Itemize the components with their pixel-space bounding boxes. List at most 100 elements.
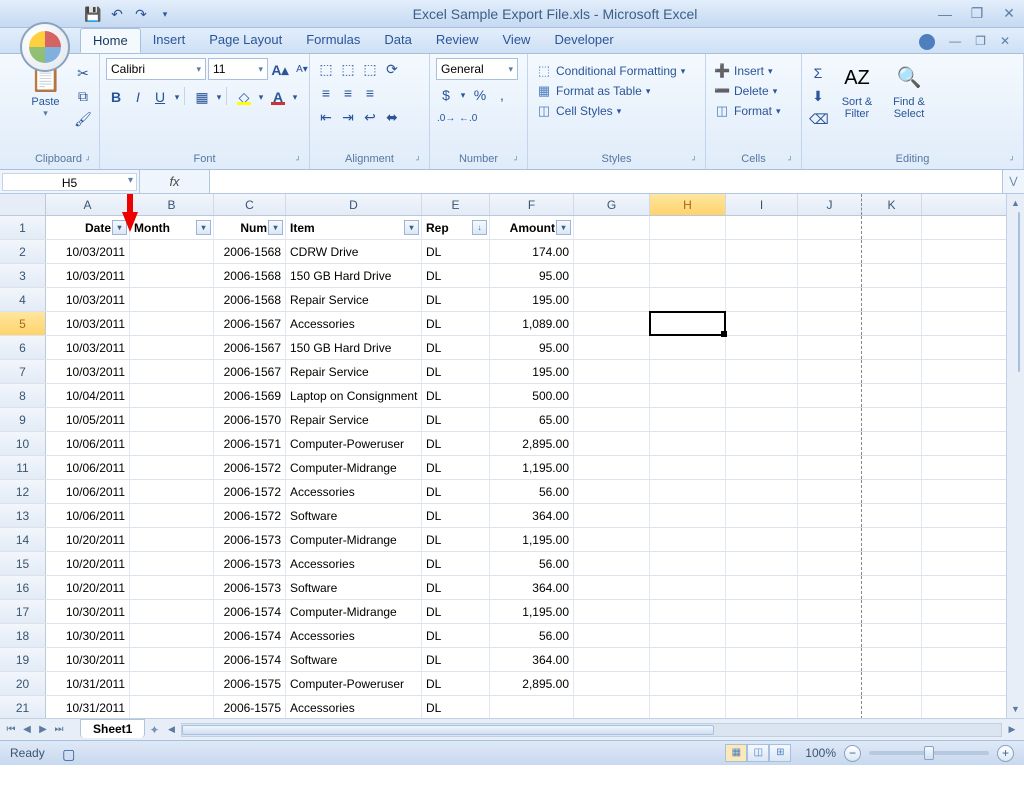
filter-button-C[interactable]: ▾: [268, 220, 283, 235]
cell[interactable]: [726, 504, 798, 527]
cell[interactable]: DL: [422, 552, 490, 575]
row-header[interactable]: 2: [0, 240, 46, 263]
cell[interactable]: [490, 696, 574, 718]
column-header-F[interactable]: F: [490, 194, 574, 215]
cell[interactable]: [726, 672, 798, 695]
cell[interactable]: [862, 696, 922, 718]
workbook-close-icon[interactable]: ✕: [1000, 34, 1010, 50]
cell[interactable]: 2006-1568: [214, 240, 286, 263]
cell[interactable]: Accessories: [286, 624, 422, 647]
row-header[interactable]: 18: [0, 624, 46, 647]
cell[interactable]: [726, 288, 798, 311]
insert-cells-button[interactable]: ➕Insert ▾: [712, 62, 779, 80]
sheet-nav-next-icon[interactable]: ▶: [36, 724, 50, 735]
cell[interactable]: Repair Service: [286, 288, 422, 311]
decrease-indent-icon[interactable]: ⇤: [316, 106, 336, 126]
align-left-icon[interactable]: ≡: [316, 82, 336, 102]
cell[interactable]: [574, 360, 650, 383]
cell[interactable]: 56.00: [490, 480, 574, 503]
cell[interactable]: [650, 528, 726, 551]
cell[interactable]: DL: [422, 600, 490, 623]
cell[interactable]: 2006-1572: [214, 456, 286, 479]
cell[interactable]: [726, 696, 798, 718]
cell[interactable]: [798, 312, 862, 335]
cell[interactable]: [862, 288, 922, 311]
cell[interactable]: DL: [422, 456, 490, 479]
header-cell-I[interactable]: [726, 216, 798, 239]
cell[interactable]: [574, 336, 650, 359]
header-cell-H[interactable]: [650, 216, 726, 239]
clear-icon[interactable]: ⌫: [808, 108, 828, 128]
cell[interactable]: [726, 264, 798, 287]
cell[interactable]: [574, 288, 650, 311]
sheet-tab[interactable]: Sheet1: [80, 719, 145, 738]
cell[interactable]: [726, 240, 798, 263]
cell[interactable]: 10/03/2011: [46, 336, 130, 359]
macro-record-icon[interactable]: ▢: [59, 743, 79, 763]
header-cell-K[interactable]: [862, 216, 922, 239]
qat-customize-icon[interactable]: ▾: [156, 5, 174, 23]
shrink-font-icon[interactable]: A▾: [292, 59, 312, 79]
cell[interactable]: [798, 288, 862, 311]
cell[interactable]: DL: [422, 672, 490, 695]
cell[interactable]: [798, 456, 862, 479]
row-header[interactable]: 4: [0, 288, 46, 311]
row-header[interactable]: 19: [0, 648, 46, 671]
cell[interactable]: [862, 384, 922, 407]
cell[interactable]: Repair Service: [286, 408, 422, 431]
tab-review[interactable]: Review: [424, 28, 491, 53]
cell[interactable]: Software: [286, 576, 422, 599]
cell[interactable]: Accessories: [286, 480, 422, 503]
undo-icon[interactable]: ↶: [108, 5, 126, 23]
cell[interactable]: Computer-Midrange: [286, 600, 422, 623]
cell[interactable]: [574, 264, 650, 287]
cell[interactable]: 150 GB Hard Drive: [286, 264, 422, 287]
cell[interactable]: DL: [422, 312, 490, 335]
orientation-icon[interactable]: ⟳: [382, 58, 402, 78]
cell[interactable]: [862, 528, 922, 551]
cell[interactable]: 95.00: [490, 264, 574, 287]
cell[interactable]: 10/20/2011: [46, 528, 130, 551]
cell[interactable]: 1,089.00: [490, 312, 574, 335]
column-header-I[interactable]: I: [726, 194, 798, 215]
cell[interactable]: [130, 240, 214, 263]
header-cell-D[interactable]: Item▾: [286, 216, 422, 239]
cell[interactable]: [574, 624, 650, 647]
column-header-H[interactable]: H: [650, 194, 726, 215]
cell[interactable]: 364.00: [490, 576, 574, 599]
cell[interactable]: 500.00: [490, 384, 574, 407]
header-cell-J[interactable]: [798, 216, 862, 239]
row-header[interactable]: 1: [0, 216, 46, 239]
merge-icon[interactable]: ⬌: [382, 106, 402, 126]
cell[interactable]: [650, 504, 726, 527]
cell[interactable]: 2006-1574: [214, 648, 286, 671]
delete-cells-button[interactable]: ➖Delete ▾: [712, 82, 783, 100]
cell[interactable]: Accessories: [286, 312, 422, 335]
increase-indent-icon[interactable]: ⇥: [338, 106, 358, 126]
cell[interactable]: [650, 336, 726, 359]
cell[interactable]: [650, 288, 726, 311]
cell[interactable]: 364.00: [490, 648, 574, 671]
column-header-C[interactable]: C: [214, 194, 286, 215]
cell[interactable]: [798, 408, 862, 431]
cell[interactable]: 2006-1573: [214, 552, 286, 575]
cell[interactable]: [726, 576, 798, 599]
font-size-combo[interactable]: 11: [208, 58, 268, 80]
vertical-scrollbar[interactable]: ▲ ▼: [1006, 194, 1024, 718]
cell[interactable]: [574, 504, 650, 527]
cell[interactable]: [798, 504, 862, 527]
row-header[interactable]: 8: [0, 384, 46, 407]
minimize-icon[interactable]: —: [936, 6, 954, 22]
cell[interactable]: [130, 600, 214, 623]
cell[interactable]: [650, 552, 726, 575]
cell[interactable]: [798, 384, 862, 407]
cell[interactable]: 2006-1573: [214, 576, 286, 599]
fill-icon[interactable]: ⬇: [808, 85, 828, 105]
cell[interactable]: [798, 528, 862, 551]
cell[interactable]: Computer-Midrange: [286, 528, 422, 551]
page-layout-view-icon[interactable]: ◫: [747, 744, 769, 762]
cell[interactable]: 10/30/2011: [46, 600, 130, 623]
cell[interactable]: Software: [286, 504, 422, 527]
cell[interactable]: [726, 600, 798, 623]
cell[interactable]: [862, 456, 922, 479]
